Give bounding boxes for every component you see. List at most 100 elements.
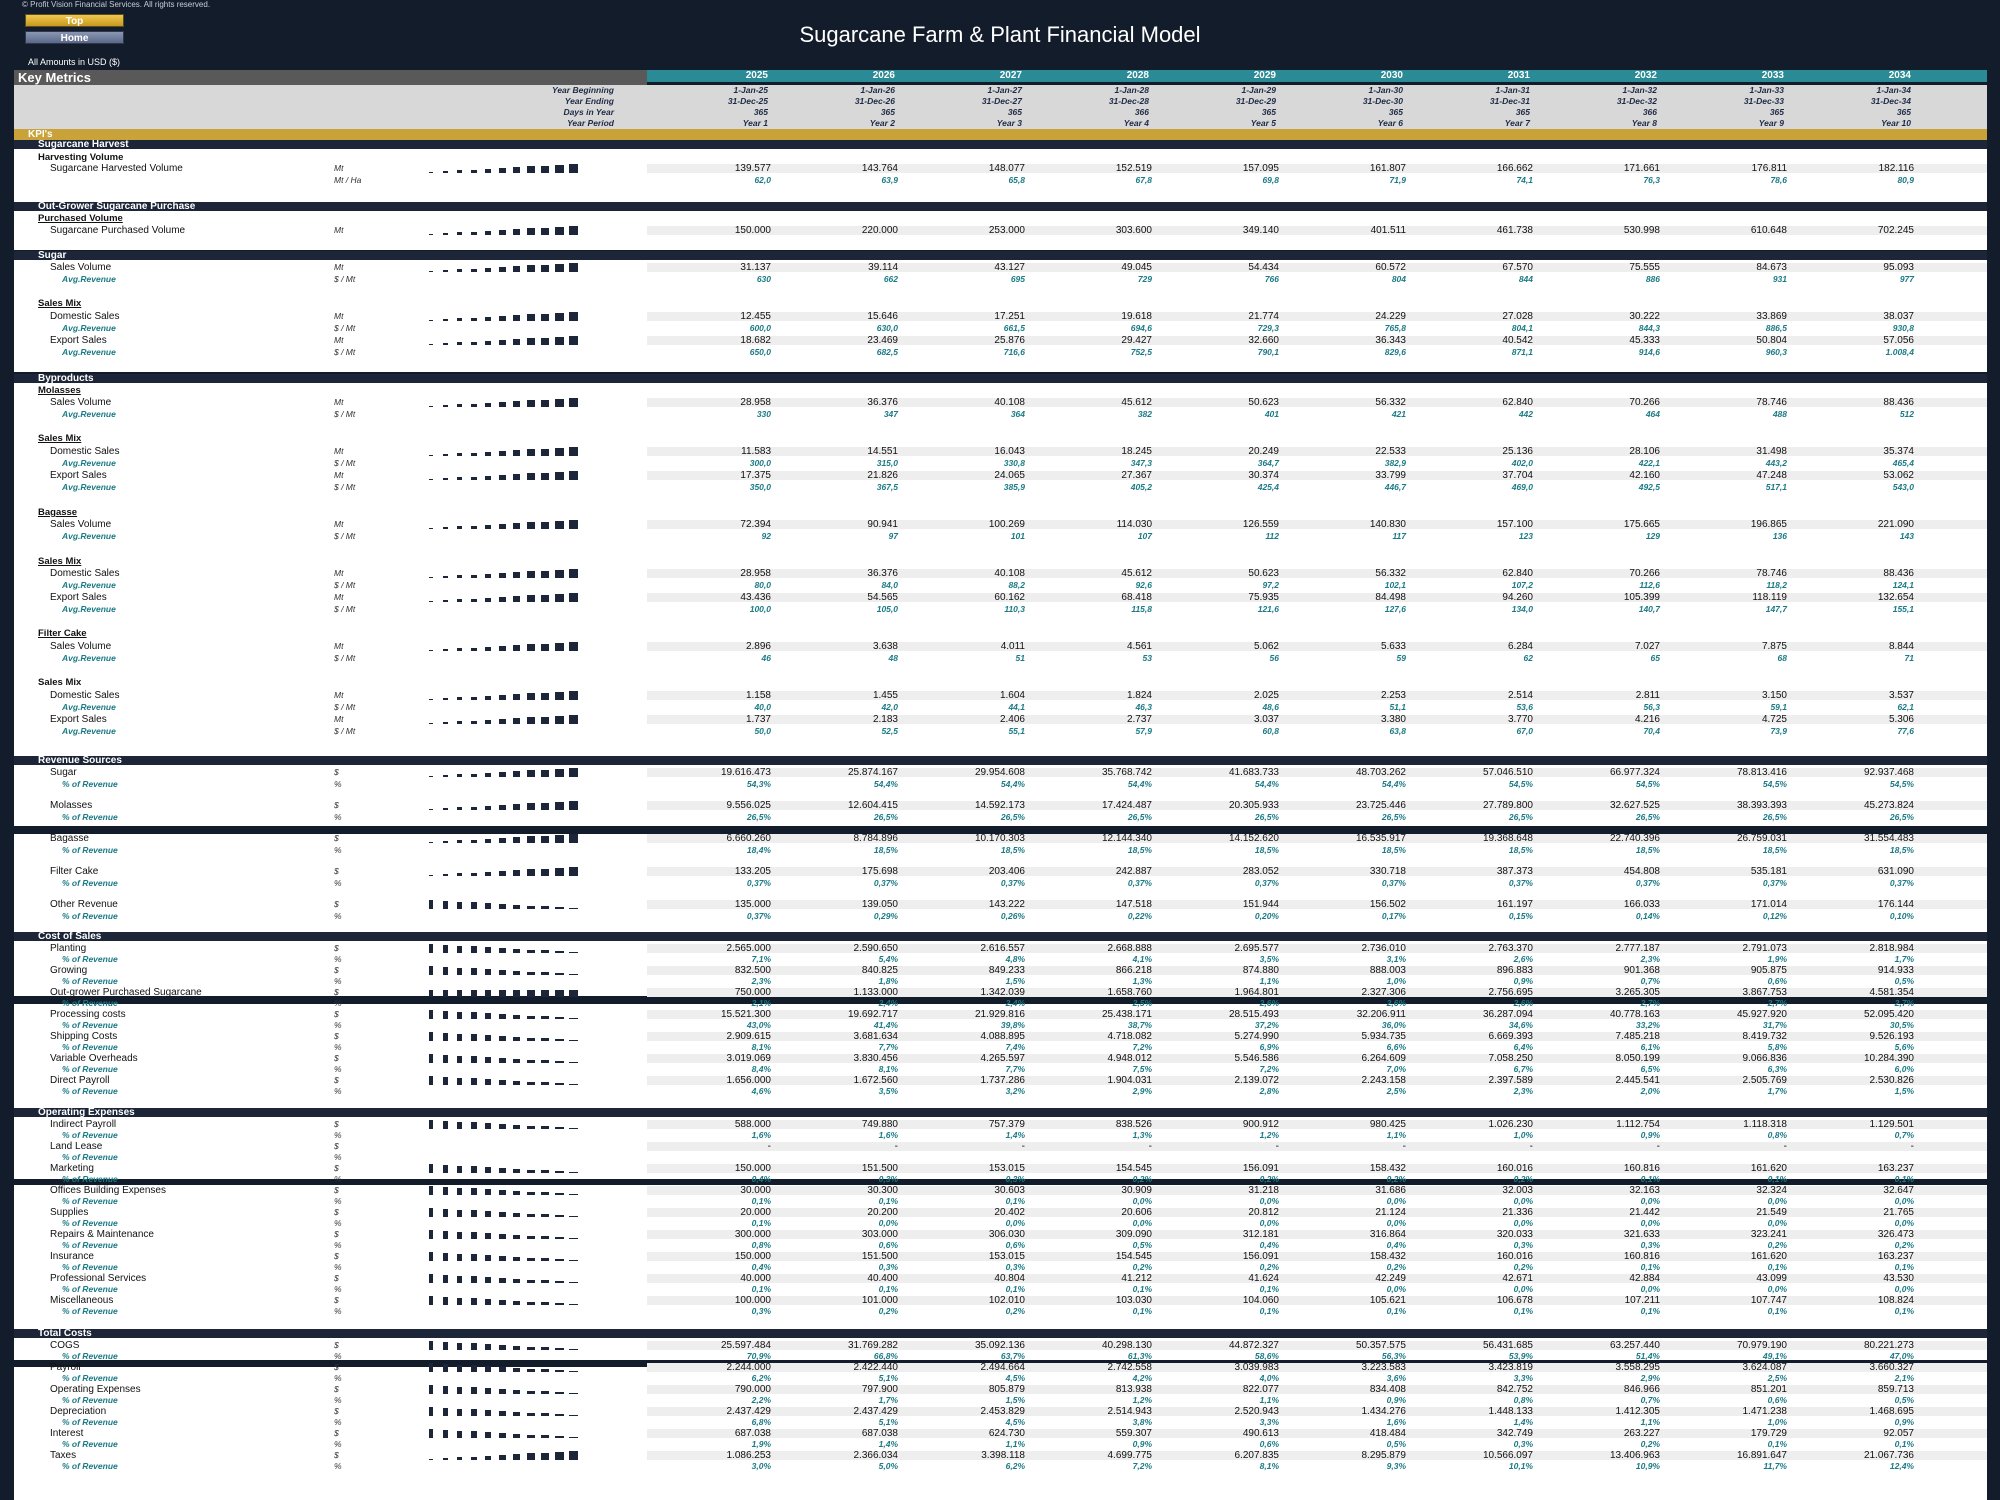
sparkline-bar [527, 1302, 535, 1305]
sparkline [414, 1163, 634, 1174]
ratio-value-cell: 0,0% [1640, 1284, 1660, 1294]
metric-value-cell: 108.824 [1877, 1295, 1914, 1306]
metric-value-cell: 2.139.072 [1234, 1075, 1280, 1086]
metric-value-cell: 53.062 [1883, 470, 1914, 481]
sparkline-bar [485, 696, 491, 700]
ratio-value-cell: 0,2% [1005, 1306, 1025, 1316]
sparkline [414, 866, 634, 877]
metric-value-cell: 35.092.136 [974, 1340, 1025, 1351]
metric-value-cell: 401.511 [1370, 225, 1406, 236]
sparkline-bar [443, 576, 448, 578]
timeline-label: Year Period [567, 118, 614, 128]
sparkline-bar [555, 692, 564, 700]
metric-value-cell: 834.408 [1369, 1384, 1406, 1395]
sparkline-bar [485, 574, 491, 578]
ratio-value-cell: 2,5% [1767, 1373, 1787, 1383]
ratio-value-cell: 1,0% [1513, 1130, 1533, 1140]
metric-value-cell: 905.875 [1750, 965, 1787, 976]
sparkline-bar [499, 805, 506, 810]
metric-value-cell: 45.333 [1629, 335, 1660, 346]
ratio-value-cell: 6,3% [1767, 1064, 1787, 1074]
timeline-value: 31-Dec-33 [1743, 96, 1784, 106]
ratio-value-cell: 8,1% [1259, 1461, 1279, 1471]
sparkline-bar [541, 1258, 549, 1261]
metric-value-cell: 17.251 [994, 311, 1025, 322]
unit-label: % [334, 1086, 342, 1096]
unit-label: $ [334, 1053, 339, 1063]
sparkline-bar [569, 1084, 578, 1085]
sparkline-bar [471, 1431, 477, 1438]
ratio-value-cell: 46,3 [1135, 702, 1152, 712]
ratio-value-cell: 315,0 [876, 458, 898, 468]
ratio-value-cell: 0,2% [1259, 1262, 1279, 1272]
sparkline-bar [471, 968, 477, 975]
ratio-value-cell: 54,4% [1127, 779, 1152, 789]
unit-label: $ [334, 1185, 339, 1195]
ratio-value-cell: 0,3% [878, 1174, 898, 1184]
metric-value-cell: 41.683.733 [1228, 767, 1279, 778]
ratio-value-cell: 3,3% [1259, 1417, 1279, 1427]
ratio-value-cell: 0,37% [1127, 878, 1152, 888]
ratio-value-cell: 630 [756, 274, 771, 284]
ratio-value-cell: 0,37% [1762, 878, 1787, 888]
metric-value-cell: 303.000 [861, 1229, 898, 1240]
unit-label: $ [334, 1009, 339, 1019]
metric-value-cell: 330.718 [1369, 866, 1406, 877]
sparkline [414, 1185, 634, 1196]
sparkline [414, 1119, 634, 1130]
sparkline-bar [471, 697, 477, 700]
ratio-row-label: Avg.Revenue [62, 702, 116, 712]
metric-value-cell: 3.558.295 [1615, 1362, 1661, 1373]
ratio-value-cell: 0,1% [1640, 1262, 1660, 1272]
metric-row-label: Indirect Payroll [50, 1119, 117, 1130]
metric-value-cell: 309.090 [1115, 1229, 1152, 1240]
sparkline-bar [457, 1078, 462, 1085]
sparkline-bar [471, 648, 477, 651]
sparkline-bar [485, 647, 491, 651]
ratio-value-cell: 34,6% [1508, 1020, 1533, 1030]
sparkline-bar [555, 716, 564, 724]
metric-value-cell: 139.050 [861, 899, 898, 910]
sparkline-bar [513, 1279, 520, 1283]
metric-value-cell: 20.249 [1248, 446, 1279, 457]
ratio-value-cell: 0,2% [1767, 1240, 1787, 1250]
sparkline-bar [513, 1235, 520, 1239]
ratio-value-cell: 51,4% [1635, 1351, 1660, 1361]
sparkline [414, 943, 634, 954]
ratio-value-cell: 1,4% [1513, 1417, 1533, 1427]
sparkline-bar [569, 952, 578, 953]
unit-label: Mt [334, 397, 344, 407]
metric-value-cell: 832.500 [734, 965, 771, 976]
metric-value-cell: 1.026.230 [1488, 1119, 1534, 1130]
sparkline-bar [541, 1435, 549, 1438]
ratio-value-cell: 134,0 [1511, 604, 1533, 614]
metric-value-cell: 28.515.493 [1228, 1009, 1279, 1020]
ratio-value-cell: 7,7% [878, 1042, 898, 1052]
timeline-value: 365 [880, 107, 895, 117]
timeline-value: 31-Dec-32 [1616, 96, 1657, 106]
sparkline-bar [471, 721, 477, 724]
sparkline-bar [443, 270, 448, 272]
sparkline-bar [555, 835, 564, 843]
sparkline-bar [485, 268, 491, 272]
ratio-value-cell: 0,0% [1640, 1196, 1660, 1206]
ratio-value-cell: 0,0% [1132, 1218, 1152, 1228]
metric-value-cell: 156.091 [1242, 1163, 1279, 1174]
metric-value-cell: 8.844 [1888, 641, 1914, 652]
ratio-value-cell: 44,1 [1008, 702, 1025, 712]
unit-label: Mt [334, 446, 344, 456]
metric-value-cell: 1.964.801 [1234, 987, 1280, 998]
metric-value-cell: 153.015 [988, 1251, 1025, 1262]
unit-label: Mt [334, 262, 344, 272]
ratio-value-cell: 2,9% [1640, 1373, 1660, 1383]
ratio-value-cell: 0,10% [1889, 911, 1914, 921]
timeline-value: 1-Jan-28 [1114, 85, 1150, 95]
unit-label: % [334, 1196, 342, 1206]
metric-value-cell: 161.620 [1750, 1163, 1787, 1174]
ratio-value-cell: 0,1% [1894, 1306, 1914, 1316]
metric-value-cell: 2.520.943 [1234, 1406, 1280, 1417]
ratio-value-cell: 402,0 [1511, 458, 1533, 468]
ratio-value-cell: 729,3 [1257, 323, 1279, 333]
metric-value-cell: 45.612 [1121, 397, 1152, 408]
metric-value-cell: 20.305.933 [1228, 800, 1279, 811]
